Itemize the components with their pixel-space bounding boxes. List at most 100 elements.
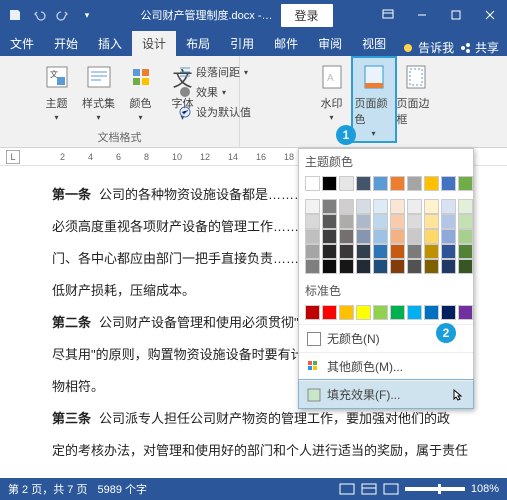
- effects-button[interactable]: 效果▾: [178, 84, 251, 100]
- color-swatch[interactable]: [373, 199, 388, 214]
- color-swatch[interactable]: [407, 305, 422, 320]
- color-swatch[interactable]: [424, 259, 439, 274]
- color-swatch[interactable]: [407, 176, 422, 191]
- color-swatch[interactable]: [390, 199, 405, 214]
- color-swatch[interactable]: [339, 259, 354, 274]
- tab-review[interactable]: 审阅: [308, 31, 352, 56]
- color-swatch[interactable]: [390, 244, 405, 259]
- color-swatch[interactable]: [305, 199, 320, 214]
- color-swatch[interactable]: [458, 214, 473, 229]
- zoom-level[interactable]: 108%: [471, 483, 499, 495]
- color-swatch[interactable]: [424, 199, 439, 214]
- undo-icon[interactable]: [28, 4, 50, 26]
- color-swatch[interactable]: [441, 199, 456, 214]
- tab-design[interactable]: 设计: [132, 31, 176, 56]
- color-swatch[interactable]: [458, 305, 473, 320]
- more-colors-item[interactable]: 其他颜色(M)...: [299, 352, 473, 380]
- minimize-icon[interactable]: [405, 0, 439, 30]
- paragraph-spacing-button[interactable]: 段落间距▾: [178, 64, 251, 80]
- color-swatch[interactable]: [390, 214, 405, 229]
- color-swatch[interactable]: [356, 244, 371, 259]
- view-print-icon[interactable]: [361, 483, 377, 495]
- login-button[interactable]: 登录: [281, 4, 333, 27]
- ribbon-options-icon[interactable]: [371, 0, 405, 30]
- color-swatch[interactable]: [356, 259, 371, 274]
- color-swatch[interactable]: [441, 244, 456, 259]
- color-swatch[interactable]: [322, 244, 337, 259]
- zoom-slider[interactable]: [405, 487, 465, 491]
- color-swatch[interactable]: [373, 214, 388, 229]
- color-swatch[interactable]: [339, 214, 354, 229]
- color-swatch[interactable]: [373, 259, 388, 274]
- color-swatch[interactable]: [305, 244, 320, 259]
- color-swatch[interactable]: [407, 229, 422, 244]
- color-swatch[interactable]: [407, 259, 422, 274]
- tab-selector[interactable]: L: [6, 150, 20, 164]
- qat-customize-icon[interactable]: ▾: [76, 4, 98, 26]
- color-swatch[interactable]: [322, 214, 337, 229]
- color-swatch[interactable]: [441, 305, 456, 320]
- color-swatch[interactable]: [458, 229, 473, 244]
- color-swatch[interactable]: [322, 176, 337, 191]
- color-swatch[interactable]: [356, 214, 371, 229]
- page-borders-button[interactable]: 页面边框: [395, 58, 437, 141]
- color-swatch[interactable]: [390, 259, 405, 274]
- color-swatch[interactable]: [424, 214, 439, 229]
- color-swatch[interactable]: [339, 229, 354, 244]
- color-swatch[interactable]: [305, 305, 320, 320]
- color-swatch[interactable]: [322, 305, 337, 320]
- color-swatch[interactable]: [458, 199, 473, 214]
- tab-home[interactable]: 开始: [44, 31, 88, 56]
- color-swatch[interactable]: [339, 176, 354, 191]
- tab-file[interactable]: 文件: [0, 31, 44, 56]
- tab-mailings[interactable]: 邮件: [264, 31, 308, 56]
- page-color-button[interactable]: 页面颜色▾: [353, 58, 395, 141]
- color-swatch[interactable]: [424, 229, 439, 244]
- color-swatch[interactable]: [424, 305, 439, 320]
- themes-button[interactable]: 文主题▾: [36, 58, 78, 125]
- color-swatch[interactable]: [356, 199, 371, 214]
- maximize-icon[interactable]: [439, 0, 473, 30]
- color-swatch[interactable]: [441, 229, 456, 244]
- color-swatch[interactable]: [458, 259, 473, 274]
- color-swatch[interactable]: [441, 259, 456, 274]
- color-swatch[interactable]: [373, 229, 388, 244]
- color-swatch[interactable]: [322, 229, 337, 244]
- word-count[interactable]: 5989 个字: [97, 481, 147, 497]
- color-swatch[interactable]: [373, 305, 388, 320]
- redo-icon[interactable]: [52, 4, 74, 26]
- fill-effects-item[interactable]: 填充效果(F)...: [299, 380, 473, 408]
- color-swatch[interactable]: [339, 244, 354, 259]
- color-swatch[interactable]: [458, 244, 473, 259]
- color-swatch[interactable]: [322, 259, 337, 274]
- color-swatch[interactable]: [373, 176, 388, 191]
- color-swatch[interactable]: [458, 176, 473, 191]
- color-swatch[interactable]: [441, 214, 456, 229]
- tab-layout[interactable]: 布局: [176, 31, 220, 56]
- tab-references[interactable]: 引用: [220, 31, 264, 56]
- save-icon[interactable]: [4, 4, 26, 26]
- color-swatch[interactable]: [390, 305, 405, 320]
- color-swatch[interactable]: [424, 244, 439, 259]
- color-swatch[interactable]: [407, 214, 422, 229]
- color-swatch[interactable]: [441, 176, 456, 191]
- color-swatch[interactable]: [373, 244, 388, 259]
- tell-me[interactable]: 告诉我: [402, 39, 454, 56]
- view-web-icon[interactable]: [383, 483, 399, 495]
- color-swatch[interactable]: [339, 199, 354, 214]
- color-swatch[interactable]: [424, 176, 439, 191]
- color-swatch[interactable]: [407, 244, 422, 259]
- page-indicator[interactable]: 第 2 页，共 7 页: [8, 481, 87, 497]
- tab-insert[interactable]: 插入: [88, 31, 132, 56]
- color-swatch[interactable]: [305, 229, 320, 244]
- share-button[interactable]: 共享: [459, 39, 499, 56]
- style-set-button[interactable]: 样式集▾: [78, 58, 120, 125]
- color-swatch[interactable]: [390, 229, 405, 244]
- color-swatch[interactable]: [407, 199, 422, 214]
- color-swatch[interactable]: [305, 176, 320, 191]
- color-swatch[interactable]: [305, 259, 320, 274]
- color-swatch[interactable]: [356, 176, 371, 191]
- color-swatch[interactable]: [390, 176, 405, 191]
- view-read-icon[interactable]: [339, 483, 355, 495]
- color-swatch[interactable]: [322, 199, 337, 214]
